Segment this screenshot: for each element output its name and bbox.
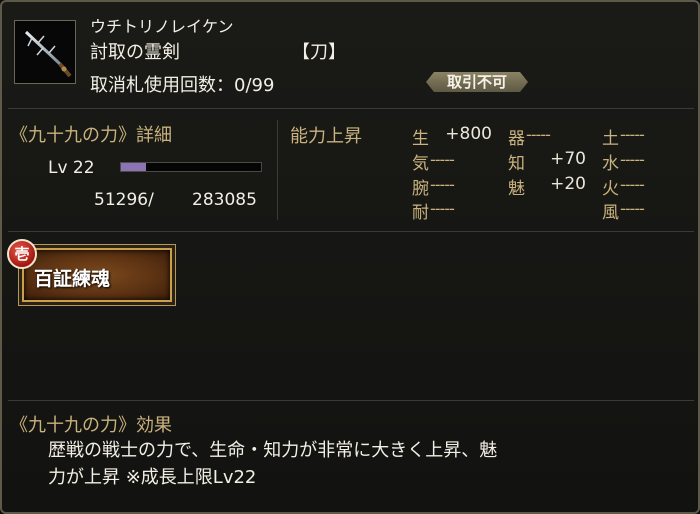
stat-name-wind: 風 (602, 203, 619, 223)
item-reading: ウチトリノレイケン (90, 17, 234, 36)
stat-name-dexterity: 器 (508, 129, 525, 149)
exp-progress-bar (120, 162, 262, 172)
exp-max: 283085 (192, 190, 257, 210)
detail-heading: 《九十九の力》詳細 (10, 125, 172, 146)
divider (8, 231, 694, 232)
stat-name-intellect: 知 (508, 154, 525, 174)
item-detail-panel: ウチトリノレイケン 討取の霊剣 【刀】 取消札使用回数：0/99 取引不可 《九… (0, 0, 700, 514)
stat-name-charm: 魅 (508, 179, 525, 199)
level-label: Lv 22 (48, 158, 95, 178)
exp-current: 51296/ (94, 190, 154, 210)
stat-name-arm: 腕 (412, 179, 429, 199)
divider (8, 400, 694, 401)
stat-name-water: 水 (602, 154, 619, 174)
stat-value-wind: ----- (620, 199, 645, 218)
stat-value-earth: ----- (620, 125, 645, 144)
stat-value-water: ----- (620, 150, 645, 169)
untradable-badge: 取引不可 (426, 72, 528, 92)
sword-icon (14, 20, 76, 84)
stat-value-fire: ----- (620, 175, 645, 194)
ability-heading: 能力上昇 (290, 126, 362, 147)
stat-value-arm: ----- (430, 175, 455, 194)
item-name: 討取の霊剣 (90, 42, 180, 63)
stat-name-spirit: 気 (412, 154, 429, 174)
skill-rank-badge: 壱 (7, 239, 37, 269)
effect-heading: 《九十九の力》効果 (10, 415, 172, 436)
stat-value-charm: +20 (550, 174, 586, 194)
stat-name-life: 生 (412, 129, 429, 149)
cancel-count-label: 取消札使用回数：0/99 (90, 75, 275, 96)
stat-name-fire: 火 (602, 179, 619, 199)
stat-value-life: +800 (445, 124, 492, 144)
stat-value-spirit: ----- (430, 150, 455, 169)
stat-value-dexterity: ----- (526, 125, 551, 144)
exp-progress-fill (121, 163, 147, 171)
divider (8, 108, 694, 109)
stat-value-endurance: ----- (430, 199, 455, 218)
skill-label: 百証練魂 (34, 268, 111, 290)
stat-name-earth: 土 (602, 129, 619, 149)
divider-vertical (277, 120, 278, 220)
item-type: 【刀】 (292, 42, 346, 63)
effect-description-line1: 歴戦の戦士の力で、生命・知力が非常に大きく上昇、魅 (48, 440, 498, 461)
stat-value-intellect: +70 (550, 149, 586, 169)
stat-name-endurance: 耐 (412, 203, 429, 223)
effect-description-line2: 力が上昇 ※成長上限Lv22 (48, 467, 257, 488)
